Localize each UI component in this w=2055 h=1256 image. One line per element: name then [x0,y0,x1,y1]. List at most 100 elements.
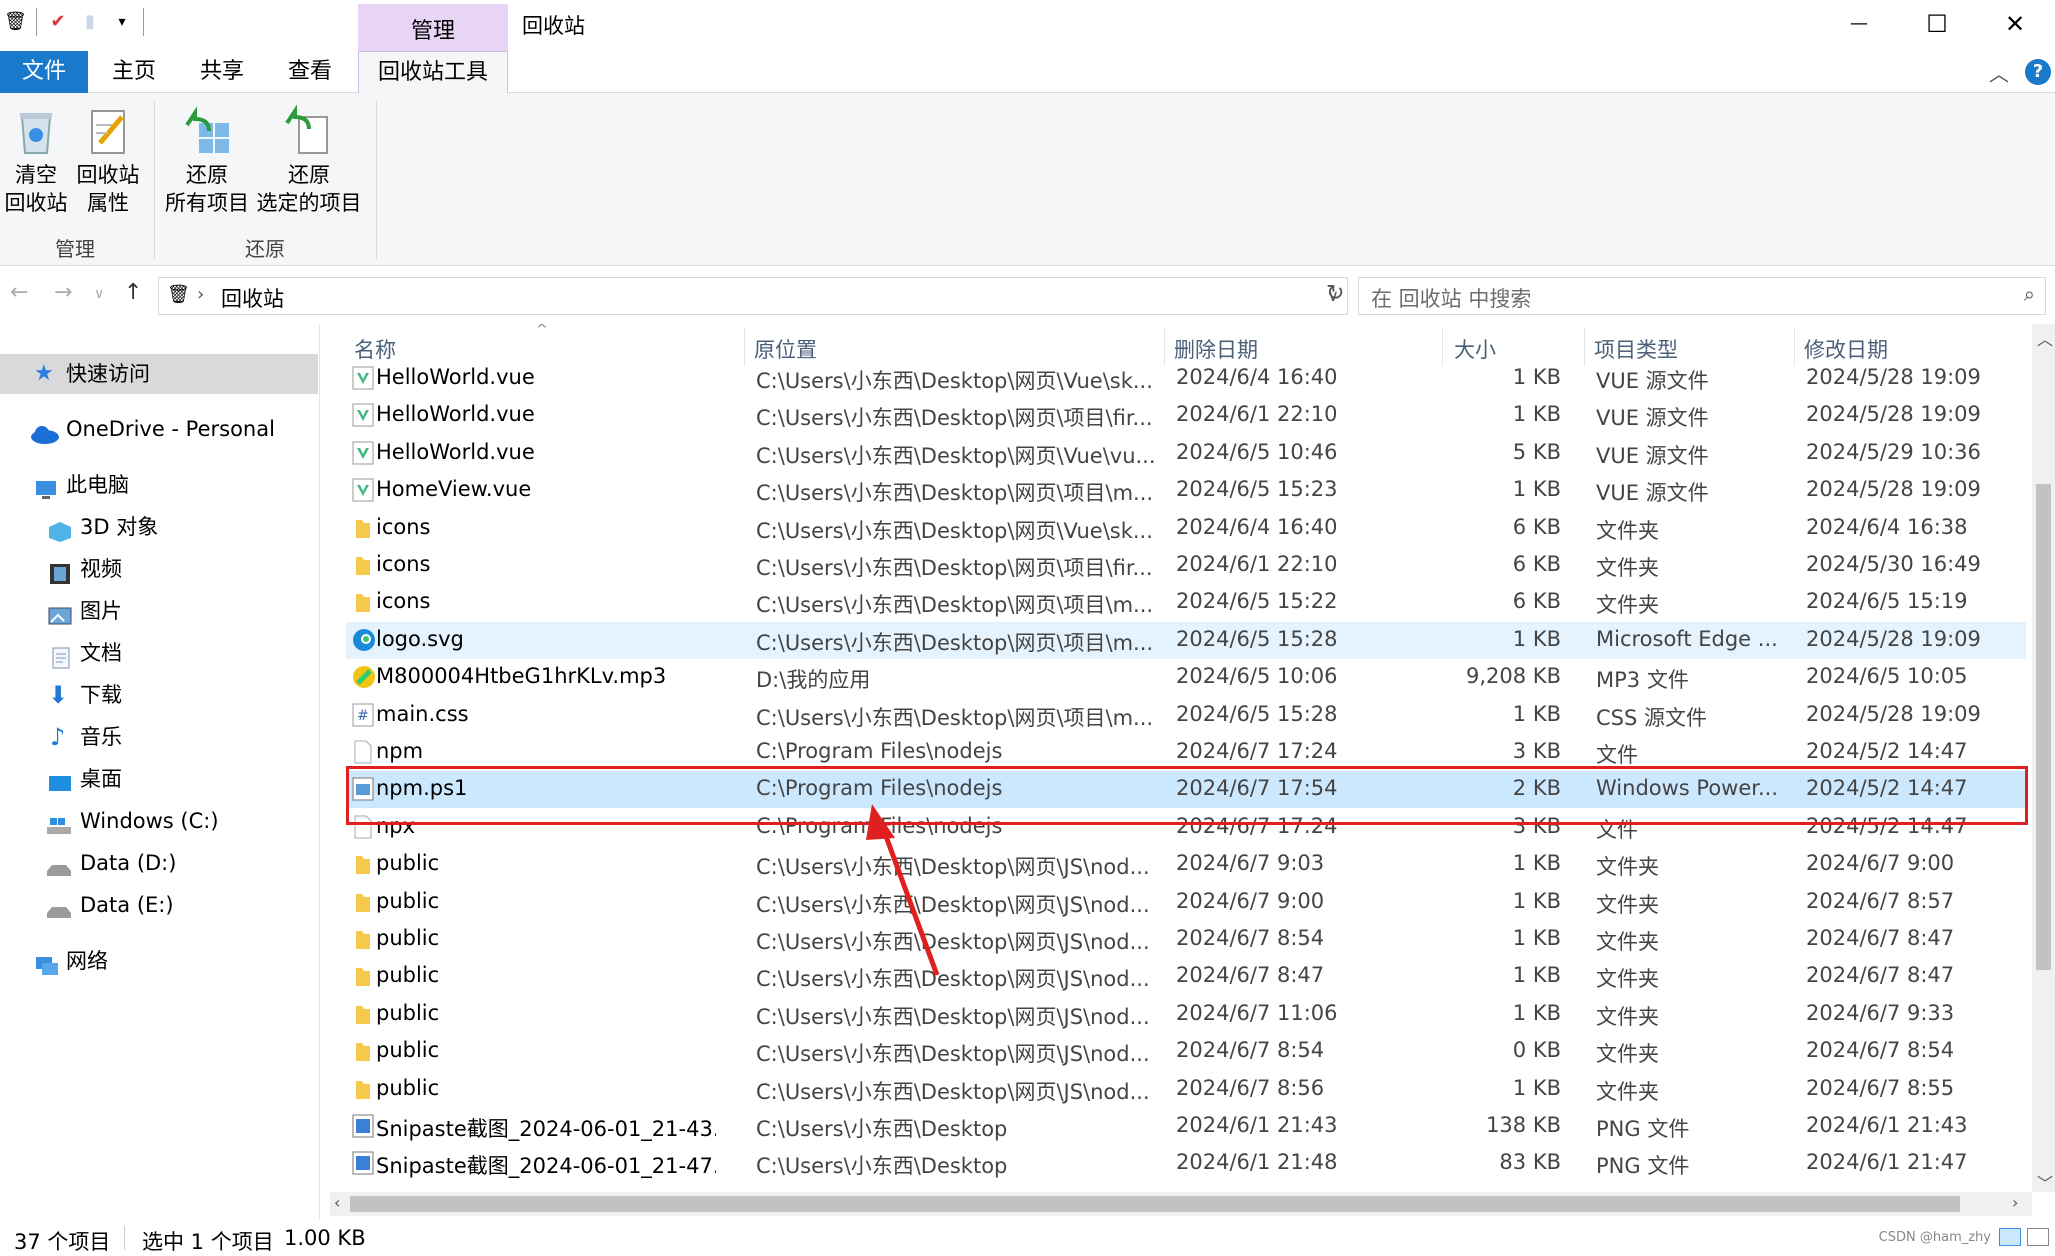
scroll-up-icon[interactable]: ︿ [2037,326,2053,350]
modified-date: 2024/6/7 8:47 [1806,926,1955,950]
file-row[interactable]: public C:\Users\小东西\Desktop\网页\JS\nod... 2… [346,958,2026,995]
file-row[interactable]: icons C:\Users\小东西\Desktop\网页\项目\m... 2024… [346,584,2026,621]
file-row[interactable]: logo.svg C:\Users\小东西\Desktop\网页\项目\m... 2… [346,621,2026,659]
file-size: 5 KB [1512,439,1561,464]
up-arrow-icon[interactable]: ↑ [124,280,142,305]
file-row[interactable]: HelloWorld.vue C:\Users\小东西\Desktop\网页\项目… [346,397,2026,434]
tab-view[interactable]: 查看 [272,51,348,93]
refresh-icon[interactable]: ↻ [1326,281,1344,306]
horizontal-scrollbar[interactable]: ‹ › [330,1192,2032,1216]
nav-music[interactable]: ♪ 音乐 [0,717,318,757]
file-row[interactable]: HomeView.vue C:\Users\小东西\Desktop\网页\项目\m… [346,472,2026,509]
restore-all-label-1: 还原 [186,163,228,187]
nav-documents[interactable]: 文档 [0,633,318,673]
original-location: C:\Users\小东西\Desktop\网页\JS\nod... [756,967,1150,992]
modified-date: 2024/5/30 16:49 [1806,552,1981,576]
group-label-restore: 还原 [245,237,285,261]
forward-arrow-icon[interactable]: → [54,280,72,305]
scroll-right-icon[interactable]: › [2012,1193,2018,1212]
bin-properties-button[interactable]: 回收站 属性 [74,105,142,217]
qat-dropdown-icon[interactable]: ▾ [111,9,133,35]
file-row[interactable]: Snipaste截图_2024-06-01_21-43... C:\Users\小… [346,1108,2026,1145]
file-row[interactable]: HelloWorld.vue C:\Users\小东西\Desktop\网页\Vu… [346,360,2026,397]
tab-file[interactable]: 文件 [0,51,88,93]
nav-label: Windows (C:) [80,809,219,833]
search-placeholder: 在 回收站 中搜索 [1371,287,1532,311]
network-icon [34,950,58,975]
tab-share[interactable]: 共享 [184,51,260,93]
file-row[interactable]: M800004HtbeG1hrKLv.mp3 D:\我的应用 2024/6/5 10… [346,659,2026,696]
address-row: ← → ∨ ↑ 🗑 › 回收站 ∨ ↻ 在 回收站 中搜索 ⌕ [0,266,2055,324]
restore-selected-label-1: 还原 [288,163,330,187]
file-size: 1 KB [1512,402,1561,427]
recent-dropdown-icon[interactable]: ∨ [94,286,104,302]
file-row[interactable]: icons C:\Users\小东西\Desktop\网页\项目\fir... 20… [346,547,2026,584]
horizontal-scroll-thumb[interactable] [350,1196,1960,1212]
file-row[interactable]: public C:\Users\小东西\Desktop\网页\JS\nod... 2… [346,921,2026,958]
nav-network[interactable]: 网络 [0,941,318,981]
nav-downloads[interactable]: ⬇ 下载 [0,675,318,715]
empty-recycle-bin-button[interactable]: 清空 回收站 [4,105,68,217]
file-row[interactable]: public C:\Users\小东西\Desktop\网页\JS\nod... 2… [346,1071,2026,1108]
file-name: HelloWorld.vue [376,365,535,389]
new-folder-icon[interactable]: ▮ [79,9,101,35]
nav-drive-d[interactable]: Data (D:) [0,843,318,883]
status-separator [124,1226,125,1250]
scroll-left-icon[interactable]: ‹ [334,1193,340,1212]
tab-recycle-bin-tools[interactable]: 回收站工具 [358,51,508,94]
file-name: HomeView.vue [376,477,532,502]
scroll-down-icon[interactable]: ﹀ [2037,1170,2053,1194]
back-arrow-icon[interactable]: ← [10,280,28,305]
file-row[interactable]: public C:\Users\小东西\Desktop\网页\JS\nod... 2… [346,846,2026,883]
nav-drive-c[interactable]: Windows (C:) [0,801,318,841]
close-button[interactable]: ✕ [1972,0,2055,48]
large-icons-view-icon[interactable] [2027,1228,2049,1246]
file-row[interactable]: # main.css C:\Users\小东西\Desktop\网页\项目\m...… [346,697,2026,734]
vertical-scroll-thumb[interactable] [2036,484,2051,970]
nav-pictures[interactable]: 图片 [0,591,318,631]
annotation-highlight-box [346,766,2028,825]
file-row[interactable]: HelloWorld.vue C:\Users\小东西\Desktop\网页\Vu… [346,435,2026,472]
nav-label: 3D 对象 [80,515,159,539]
nav-onedrive[interactable]: OneDrive - Personal [0,409,318,449]
file-row[interactable]: icons C:\Users\小东西\Desktop\网页\Vue\sk... 20… [346,510,2026,547]
file-type: 文件夹 [1596,855,1659,880]
file-size: 6 KB [1512,589,1561,614]
maximize-button[interactable]: ☐ [1894,0,1980,48]
help-icon[interactable]: ? [2025,59,2051,85]
search-box[interactable]: 在 回收站 中搜索 ⌕ [1358,277,2046,315]
file-size: 0 KB [1512,1038,1561,1063]
modified-date: 2024/6/5 15:19 [1806,589,1968,614]
search-icon[interactable]: ⌕ [2024,282,2035,306]
file-name: public [376,963,440,988]
breadcrumb-chevron-icon[interactable]: › [197,284,204,305]
modified-date: 2024/5/2 14:47 [1806,739,1968,763]
address-bar[interactable]: 🗑 › 回收站 ∨ [158,277,1348,315]
details-view-icon[interactable] [1999,1228,2021,1246]
nav-3d-objects[interactable]: 3D 对象 [0,507,318,547]
file-type: VUE 源文件 [1596,406,1709,431]
file-type: VUE 源文件 [1596,369,1709,393]
file-row[interactable]: public C:\Users\小东西\Desktop\网页\JS\nod... 2… [346,996,2026,1033]
file-row[interactable]: public C:\Users\小东西\Desktop\网页\JS\nod... 2… [346,1033,2026,1070]
file-type: VUE 源文件 [1596,481,1709,506]
vertical-scrollbar[interactable]: ︿ ﹀ [2032,324,2055,1194]
nav-desktop[interactable]: 桌面 [0,759,318,799]
file-row[interactable]: public C:\Users\小东西\Desktop\网页\JS\nod... 2… [346,884,2026,921]
nav-this-pc[interactable]: 此电脑 [0,465,318,505]
modified-date: 2024/6/7 8:57 [1806,888,1955,913]
minimize-button[interactable]: — [1816,0,1902,48]
nav-drive-e[interactable]: Data (E:) [0,885,318,925]
nav-videos[interactable]: 视频 [0,549,318,589]
file-type: 文件夹 [1596,556,1659,580]
tab-home[interactable]: 主页 [96,51,172,93]
collapse-ribbon-icon[interactable]: ︿ [1989,58,2009,87]
empty-bin-label-2: 回收站 [4,191,68,215]
nav-quick-access[interactable]: ★ 快速访问 [0,354,318,394]
properties-icon[interactable]: ✔ [47,9,69,35]
breadcrumb-recycle-bin[interactable]: 回收站 [221,283,284,313]
restore-selected-button[interactable]: 还原 选定的项目 [254,104,364,217]
original-location: C:\Users\小东西\Desktop\网页\JS\nod... [756,892,1150,917]
file-row[interactable]: Snipaste截图_2024-06-01_21-47... C:\Users\小… [346,1145,2026,1182]
restore-all-button[interactable]: 还原 所有项目 [162,105,252,217]
